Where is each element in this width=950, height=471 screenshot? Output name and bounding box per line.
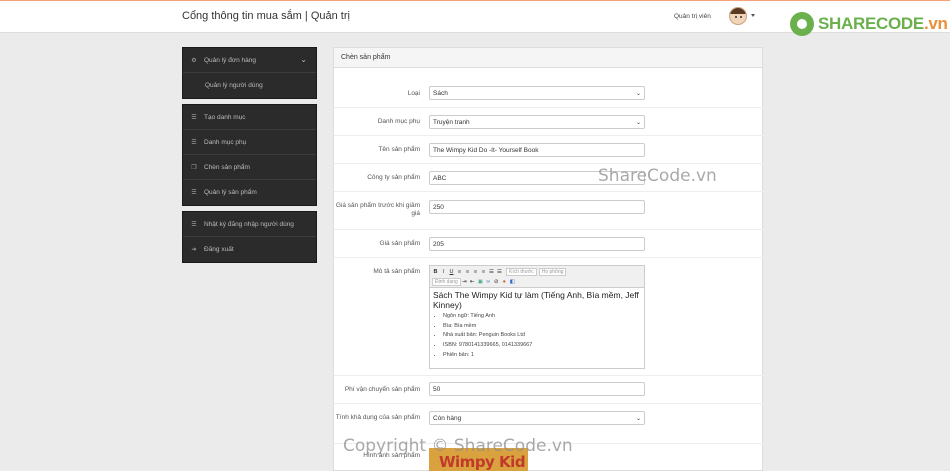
price-before-input[interactable]: 250 [429,200,645,214]
select-value: Còn hàng [433,415,462,422]
sidebar-item-label: Quản lý đơn hàng [204,56,256,64]
list-item: Phiên bản: 1 [443,351,641,361]
logout-icon: ➔ [191,247,197,253]
form-row-shipping: Phí vận chuyển sản phẩm 50 [334,376,764,404]
outdent-icon[interactable]: ⇤ [469,279,476,286]
user-avatar[interactable] [729,7,747,25]
form-row-category: Loại Sách ⌄ [334,81,764,108]
panel-title: Chèn sản phẩm [334,48,762,68]
underline-icon[interactable]: U [448,269,455,276]
sidebar-item-label: Danh mục phụ [204,138,247,146]
subcategory-select[interactable]: Truyện tranh ⌄ [429,115,645,129]
sidebar-item-subcategory[interactable]: ☰ Danh mục phụ [183,130,316,155]
chevron-down-icon: ⌄ [635,416,641,422]
sidebar-item-label: Quản lý người dùng [205,82,263,89]
select-value: Truyện tranh [433,119,470,126]
field-label: Giá sản phẩm trước khi giảm giá [335,202,420,217]
align-center-icon[interactable]: ≡ [464,269,471,276]
italic-icon[interactable]: I [440,269,447,276]
chevron-down-icon: ⌄ [635,91,641,97]
form-row-name: Tên sản phẩm The Wimpy Kid Do -It- Yours… [334,136,764,164]
sidebar-group: ☰ Nhật ký đăng nhập người dùng ➔ Đăng xu… [182,211,317,263]
category-select[interactable]: Sách ⌄ [429,86,645,100]
form-row-price-before: Giá sản phẩm trước khi giảm giá 250 [334,192,764,230]
chevron-down-icon[interactable] [751,14,755,17]
form-row-subcategory: Danh mục phụ Truyện tranh ⌄ [334,108,764,136]
sidebar-item-users[interactable]: Quản lý người dùng [183,73,316,98]
price-input[interactable]: 205 [429,237,645,251]
list-icon: ☰ [191,190,197,196]
list-item: ISBN: 9780141339665, 0141339667 [443,341,641,351]
watermark-bottom: Copyright © ShareCode.vn [343,436,573,456]
avatar-eye [740,16,742,18]
shipping-input[interactable]: 50 [429,382,645,396]
sidebar-item-label: Chèn sản phẩm [204,163,250,171]
sidebar-item-orders[interactable]: ⚙ Quản lý đơn hàng ⌄ [183,48,316,73]
color-icon[interactable]: ● [501,279,508,286]
sidebar-item-login-log[interactable]: ☰ Nhật ký đăng nhập người dùng [183,212,316,237]
select-value: Sách [433,90,448,97]
sharecode-logo: SHARECODE.vn [790,12,948,36]
product-name-input[interactable]: The Wimpy Kid Do -It- Yourself Book [429,143,645,157]
sidebar-item-insert-product[interactable]: ❐ Chèn sản phẩm [183,155,316,180]
sidebar-item-create-category[interactable]: ☰ Tạo danh mục [183,105,316,130]
field-label: Phí vận chuyển sản phẩm [344,386,420,393]
description-editor[interactable]: B I U ≡ ≡ ≡ ≡ ☰ ☰ Kích thước Họ phông Đị… [429,265,645,369]
sidebar: ⚙ Quản lý đơn hàng ⌄ Quản lý người dùng … [182,47,317,268]
editor-toolbar: B I U ≡ ≡ ≡ ≡ ☰ ☰ Kích thước Họ phông Đị… [430,266,644,288]
sidebar-item-logout[interactable]: ➔ Đăng xuất [183,237,316,262]
justify-icon[interactable]: ≡ [480,269,487,276]
unlink-icon[interactable]: ⊘ [493,279,500,286]
list-item: Bìa: Bìa mềm [443,322,641,332]
sidebar-item-manage-products[interactable]: ☰ Quản lý sản phẩm [183,180,316,205]
editor-heading: Sách The Wimpy Kid tự làm (Tiếng Anh, Bì… [433,290,639,310]
font-size-dropdown[interactable]: Kích thước [506,268,537,276]
align-right-icon[interactable]: ≡ [472,269,479,276]
brand-title[interactable]: Cổng thông tin mua sắm | Quản trị [182,10,350,22]
list-icon: ☰ [191,114,197,121]
align-left-icon[interactable]: ≡ [456,269,463,276]
format-dropdown[interactable]: Định dạng [432,278,461,286]
field-label: Công ty sản phẩm [367,174,420,181]
field-label: Danh mục phụ [377,118,420,125]
sidebar-item-label: Đăng xuất [204,246,234,253]
field-label: Tính khả dụng của sản phẩm [335,414,420,421]
bullet-list-icon[interactable]: ☰ [488,269,495,276]
watermark-center: ShareCode.vn [598,166,717,186]
sidebar-item-label: Quản lý sản phẩm [204,189,257,196]
logo-text: SHARECODE.vn [818,14,948,33]
sidebar-item-label: Nhật ký đăng nhập người dùng [204,220,294,228]
list-item: Nhà xuất bản: Penguin Books Ltd [443,331,641,341]
editor-content[interactable]: Sách The Wimpy Kid tự làm (Tiếng Anh, Bì… [430,288,644,363]
html-icon[interactable]: ◧ [509,279,516,286]
font-family-dropdown[interactable]: Họ phông [538,268,567,276]
copy-icon: ❐ [191,164,197,171]
sidebar-group: ⚙ Quản lý đơn hàng ⌄ Quản lý người dùng [182,47,317,99]
field-label: Tên sản phẩm [378,146,420,153]
field-label: Giá sản phẩm [379,240,420,247]
form-row-price: Giá sản phẩm 205 [334,230,764,258]
link-icon[interactable]: ∞ [485,279,492,286]
editor-bullet-list: Ngôn ngữ: Tiếng Anh Bìa: Bìa mềm Nhà xuấ… [433,312,641,361]
avatar-hair [730,8,746,14]
indent-icon[interactable]: ⇥ [461,279,468,286]
list-icon: ☰ [191,221,197,228]
sidebar-item-label: Tạo danh mục [204,113,246,121]
gear-icon: ⚙ [191,57,197,64]
user-menu-label[interactable]: Quản trị viên [674,13,711,20]
avatar-eye [735,16,737,18]
availability-select[interactable]: Còn hàng ⌄ [429,411,645,425]
logo-mark-icon [790,12,814,36]
field-label: Loại [407,90,420,97]
image-icon[interactable]: ▣ [477,279,484,286]
bold-icon[interactable]: B [432,269,439,276]
field-label: Mô tả sản phẩm [373,268,420,275]
list-item: Ngôn ngữ: Tiếng Anh [443,312,641,322]
sidebar-group: ☰ Tạo danh mục ☰ Danh mục phụ ❐ Chèn sản… [182,104,317,206]
chevron-down-icon[interactable]: ⌄ [300,55,307,64]
numbered-list-icon[interactable]: ☰ [496,269,503,276]
chevron-down-icon: ⌄ [635,120,641,126]
insert-product-panel: Chèn sản phẩm Loại Sách ⌄ Danh mục phụ T… [333,47,764,471]
list-icon: ☰ [191,139,197,146]
